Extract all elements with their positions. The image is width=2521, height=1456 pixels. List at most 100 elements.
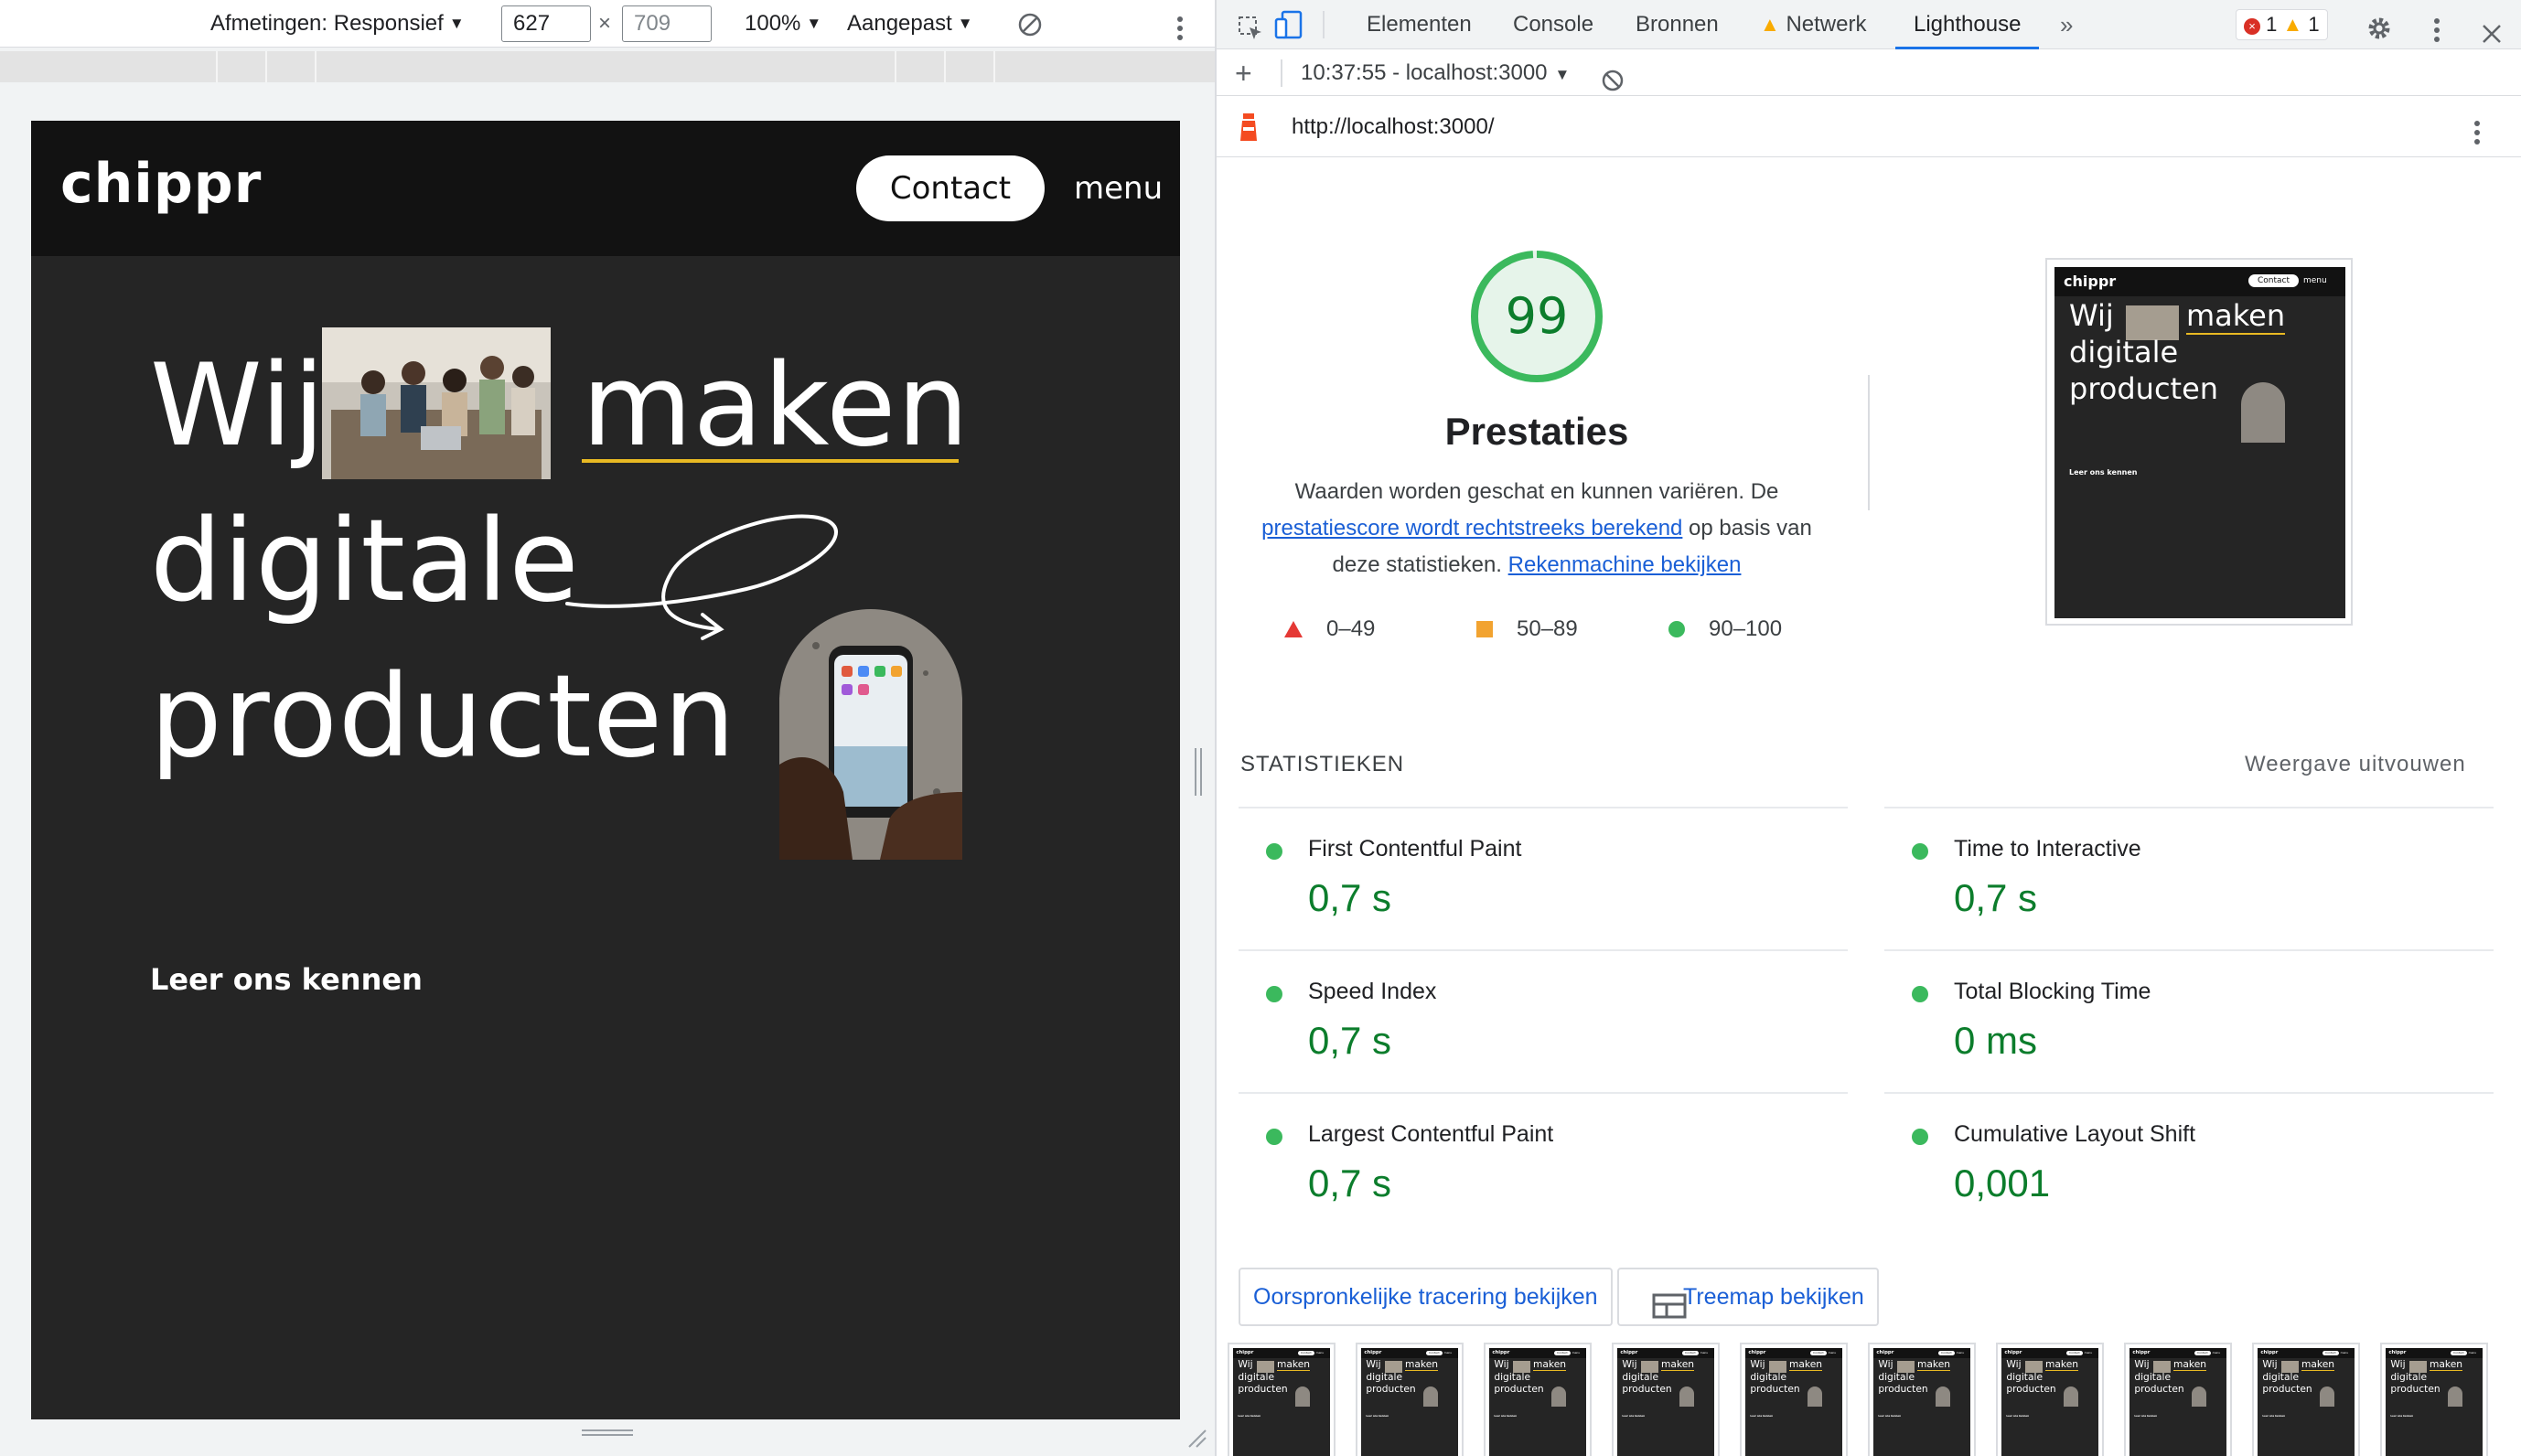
pass-circle-icon	[1912, 843, 1928, 860]
tab-network[interactable]: ▲ Netwerk	[1760, 0, 1866, 49]
preview-word-maken: maken	[2430, 1358, 2463, 1372]
filmstrip-thumbnail[interactable]: chippr Contact menu Wij maken digitale product…	[2124, 1343, 2232, 1456]
metric-fcp[interactable]: First Contentful Paint 0,7 s	[1239, 807, 1848, 949]
preview-word-wij: Wij	[1622, 1358, 1637, 1371]
preview-word-maken: maken	[1405, 1358, 1439, 1372]
filmstrip-frame-image: chippr Contact menu Wij maken digitale product…	[1745, 1348, 1842, 1456]
site-logo[interactable]: chippr	[60, 152, 262, 225]
preview-phone-photo	[1808, 1386, 1822, 1407]
preview-logo: chippr	[1492, 1350, 1510, 1355]
section-divider	[1868, 375, 1870, 510]
preview-word-maken: maken	[1789, 1358, 1823, 1372]
preview-word-wij: Wij	[2134, 1358, 2150, 1371]
more-options-icon[interactable]	[1176, 11, 1184, 40]
error-count: 1	[2266, 13, 2278, 36]
preview-word-producten: producten	[2262, 1383, 2312, 1395]
lighthouse-urlbar: http://localhost:3000/	[1217, 97, 2521, 157]
vertical-resize-handle[interactable]	[582, 1427, 633, 1440]
filmstrip-thumbnail[interactable]: chippr Contact menu Wij maken digitale product…	[1228, 1343, 1336, 1456]
preview-phone-photo	[2448, 1386, 2462, 1407]
preview-word-producten: producten	[2134, 1383, 2184, 1395]
times-sign: ×	[598, 11, 612, 36]
filmstrip-thumbnail[interactable]: chippr Contact menu Wij maken digitale product…	[1868, 1343, 1976, 1456]
preview-menu: menu	[2212, 1351, 2221, 1355]
filmstrip-frame-image: chippr Contact menu Wij maken digitale product…	[1617, 1348, 1714, 1456]
performance-score: 99	[1505, 287, 1569, 345]
metric-speed-index[interactable]: Speed Index 0,7 s	[1239, 949, 1848, 1092]
device-toggle-icon[interactable]	[1273, 9, 1304, 40]
metric-tti[interactable]: Time to Interactive 0,7 s	[1884, 807, 2494, 949]
filmstrip-thumbnail[interactable]: chippr Contact menu Wij maken digitale product…	[1996, 1343, 2104, 1456]
view-trace-button[interactable]: Oorspronkelijke tracering bekijken	[1239, 1268, 1613, 1326]
preview-word-maken: maken	[1661, 1358, 1695, 1372]
dimensions-dropdown[interactable]: Afmetingen: Responsief ▼	[210, 0, 465, 48]
metric-value: 0,001	[1954, 1162, 2051, 1204]
treemap-icon	[1652, 1284, 1687, 1339]
preview-learn-more: Leer ons kennen	[1622, 1415, 1646, 1419]
score-calculation-link[interactable]: prestatiescore wordt rechtstreeks bereke…	[1261, 516, 1682, 541]
close-icon[interactable]	[2481, 14, 2503, 43]
metric-cls[interactable]: Cumulative Layout Shift 0,001	[1884, 1092, 2494, 1235]
inspect-element-icon[interactable]	[1237, 11, 1264, 39]
filmstrip-thumbnail[interactable]: chippr Contact menu Wij maken digitale product…	[1740, 1343, 1848, 1456]
preview-phone-photo	[1423, 1386, 1438, 1407]
contact-button[interactable]: Contact	[856, 155, 1045, 221]
device-emulation-pane: Afmetingen: Responsief ▼ 627 × 709 100% ▼ …	[0, 0, 1215, 1456]
preview-logo: chippr	[1748, 1350, 1766, 1355]
filmstrip-thumbnail[interactable]: chippr Contact menu Wij maken digitale product…	[2380, 1343, 2488, 1456]
preview-word-digitale: digitale	[1238, 1370, 1275, 1383]
settings-gear-icon[interactable]	[2365, 11, 2393, 39]
issues-badge[interactable]: × 1 ▲ 1	[2236, 9, 2328, 40]
metric-lcp[interactable]: Largest Contentful Paint 0,7 s	[1239, 1092, 1848, 1235]
preview-phone-photo	[1295, 1386, 1310, 1407]
filmstrip-thumbnail[interactable]: chippr Contact menu Wij maken digitale product…	[1612, 1343, 1720, 1456]
tab-lighthouse[interactable]: Lighthouse	[1895, 0, 2040, 49]
new-report-icon[interactable]: +	[1235, 50, 1252, 96]
preview-word-wij: Wij	[2069, 298, 2114, 333]
final-screenshot[interactable]: chippr Contact menu Wij maken digitale product…	[2045, 258, 2353, 626]
legend-fail-label: 0–49	[1326, 616, 1376, 641]
pass-circle-icon	[1266, 986, 1282, 1002]
filmstrip-frame-image: chippr Contact menu Wij maken digitale product…	[1873, 1348, 1970, 1456]
tab-elements[interactable]: Elementen	[1367, 0, 1472, 49]
more-tabs-icon[interactable]: »	[2060, 0, 2073, 49]
hero-word-maken: maken	[582, 340, 971, 472]
width-input[interactable]: 627	[501, 5, 591, 42]
preview-word-maken: maken	[2301, 1358, 2335, 1372]
height-input[interactable]: 709	[622, 5, 712, 42]
preview-contact: Contact	[1553, 1350, 1571, 1355]
report-selector[interactable]: 10:37:55 - localhost:3000 ▼	[1301, 50, 1570, 96]
preview-phone-photo	[1551, 1386, 1566, 1407]
calculator-link[interactable]: Rekenmachine bekijken	[1508, 552, 1742, 577]
expand-view-toggle[interactable]: Weergave uitvouwen	[2245, 752, 2466, 777]
filmstrip-frame-image: chippr Contact menu Wij maken digitale product…	[2129, 1348, 2226, 1456]
performance-gauge[interactable]: 99	[1469, 249, 1604, 384]
corner-resize-icon[interactable]	[1185, 1427, 1207, 1449]
clear-reports-icon[interactable]	[1601, 61, 1625, 91]
desc-text-1: Waarden worden geschat en kunnen variëre…	[1294, 479, 1779, 504]
tab-sources[interactable]: Bronnen	[1636, 0, 1719, 49]
metric-tbt[interactable]: Total Blocking Time 0 ms	[1884, 949, 2494, 1092]
more-options-icon[interactable]	[2433, 12, 2441, 42]
learn-more-link[interactable]: Leer ons kennen	[150, 962, 423, 997]
horizontal-resize-handle[interactable]	[1195, 748, 1202, 796]
preview-word-producten: producten	[1494, 1383, 1544, 1395]
report-menu-icon[interactable]	[2473, 114, 2481, 145]
media-query-bar[interactable]	[0, 51, 1215, 82]
filmstrip-thumbnail[interactable]: chippr Contact menu Wij maken digitale product…	[2252, 1343, 2360, 1456]
pass-circle-icon	[1266, 1129, 1282, 1145]
preview-menu: menu	[1443, 1351, 1453, 1355]
throttle-dropdown[interactable]: Aangepast ▼	[847, 0, 973, 48]
report-url[interactable]: http://localhost:3000/	[1292, 97, 1494, 157]
filmstrip-thumbnail[interactable]: chippr Contact menu Wij maken digitale product…	[1484, 1343, 1592, 1456]
rotate-icon[interactable]	[1015, 9, 1045, 38]
treemap-button[interactable]: Treemap bekijken	[1617, 1268, 1879, 1326]
filmstrip-thumbnail[interactable]: chippr Contact menu Wij maken digitale product…	[1356, 1343, 1464, 1456]
tab-console[interactable]: Console	[1513, 0, 1593, 49]
preview-word-digitale: digitale	[2262, 1370, 2300, 1383]
menu-button[interactable]: menu	[1074, 155, 1163, 221]
preview-word-producten: producten	[1238, 1383, 1288, 1395]
device-toolbar: Afmetingen: Responsief ▼ 627 × 709 100% ▼ …	[0, 0, 1215, 48]
hero-word-wij: Wij	[150, 340, 326, 472]
zoom-dropdown[interactable]: 100% ▼	[745, 0, 821, 48]
